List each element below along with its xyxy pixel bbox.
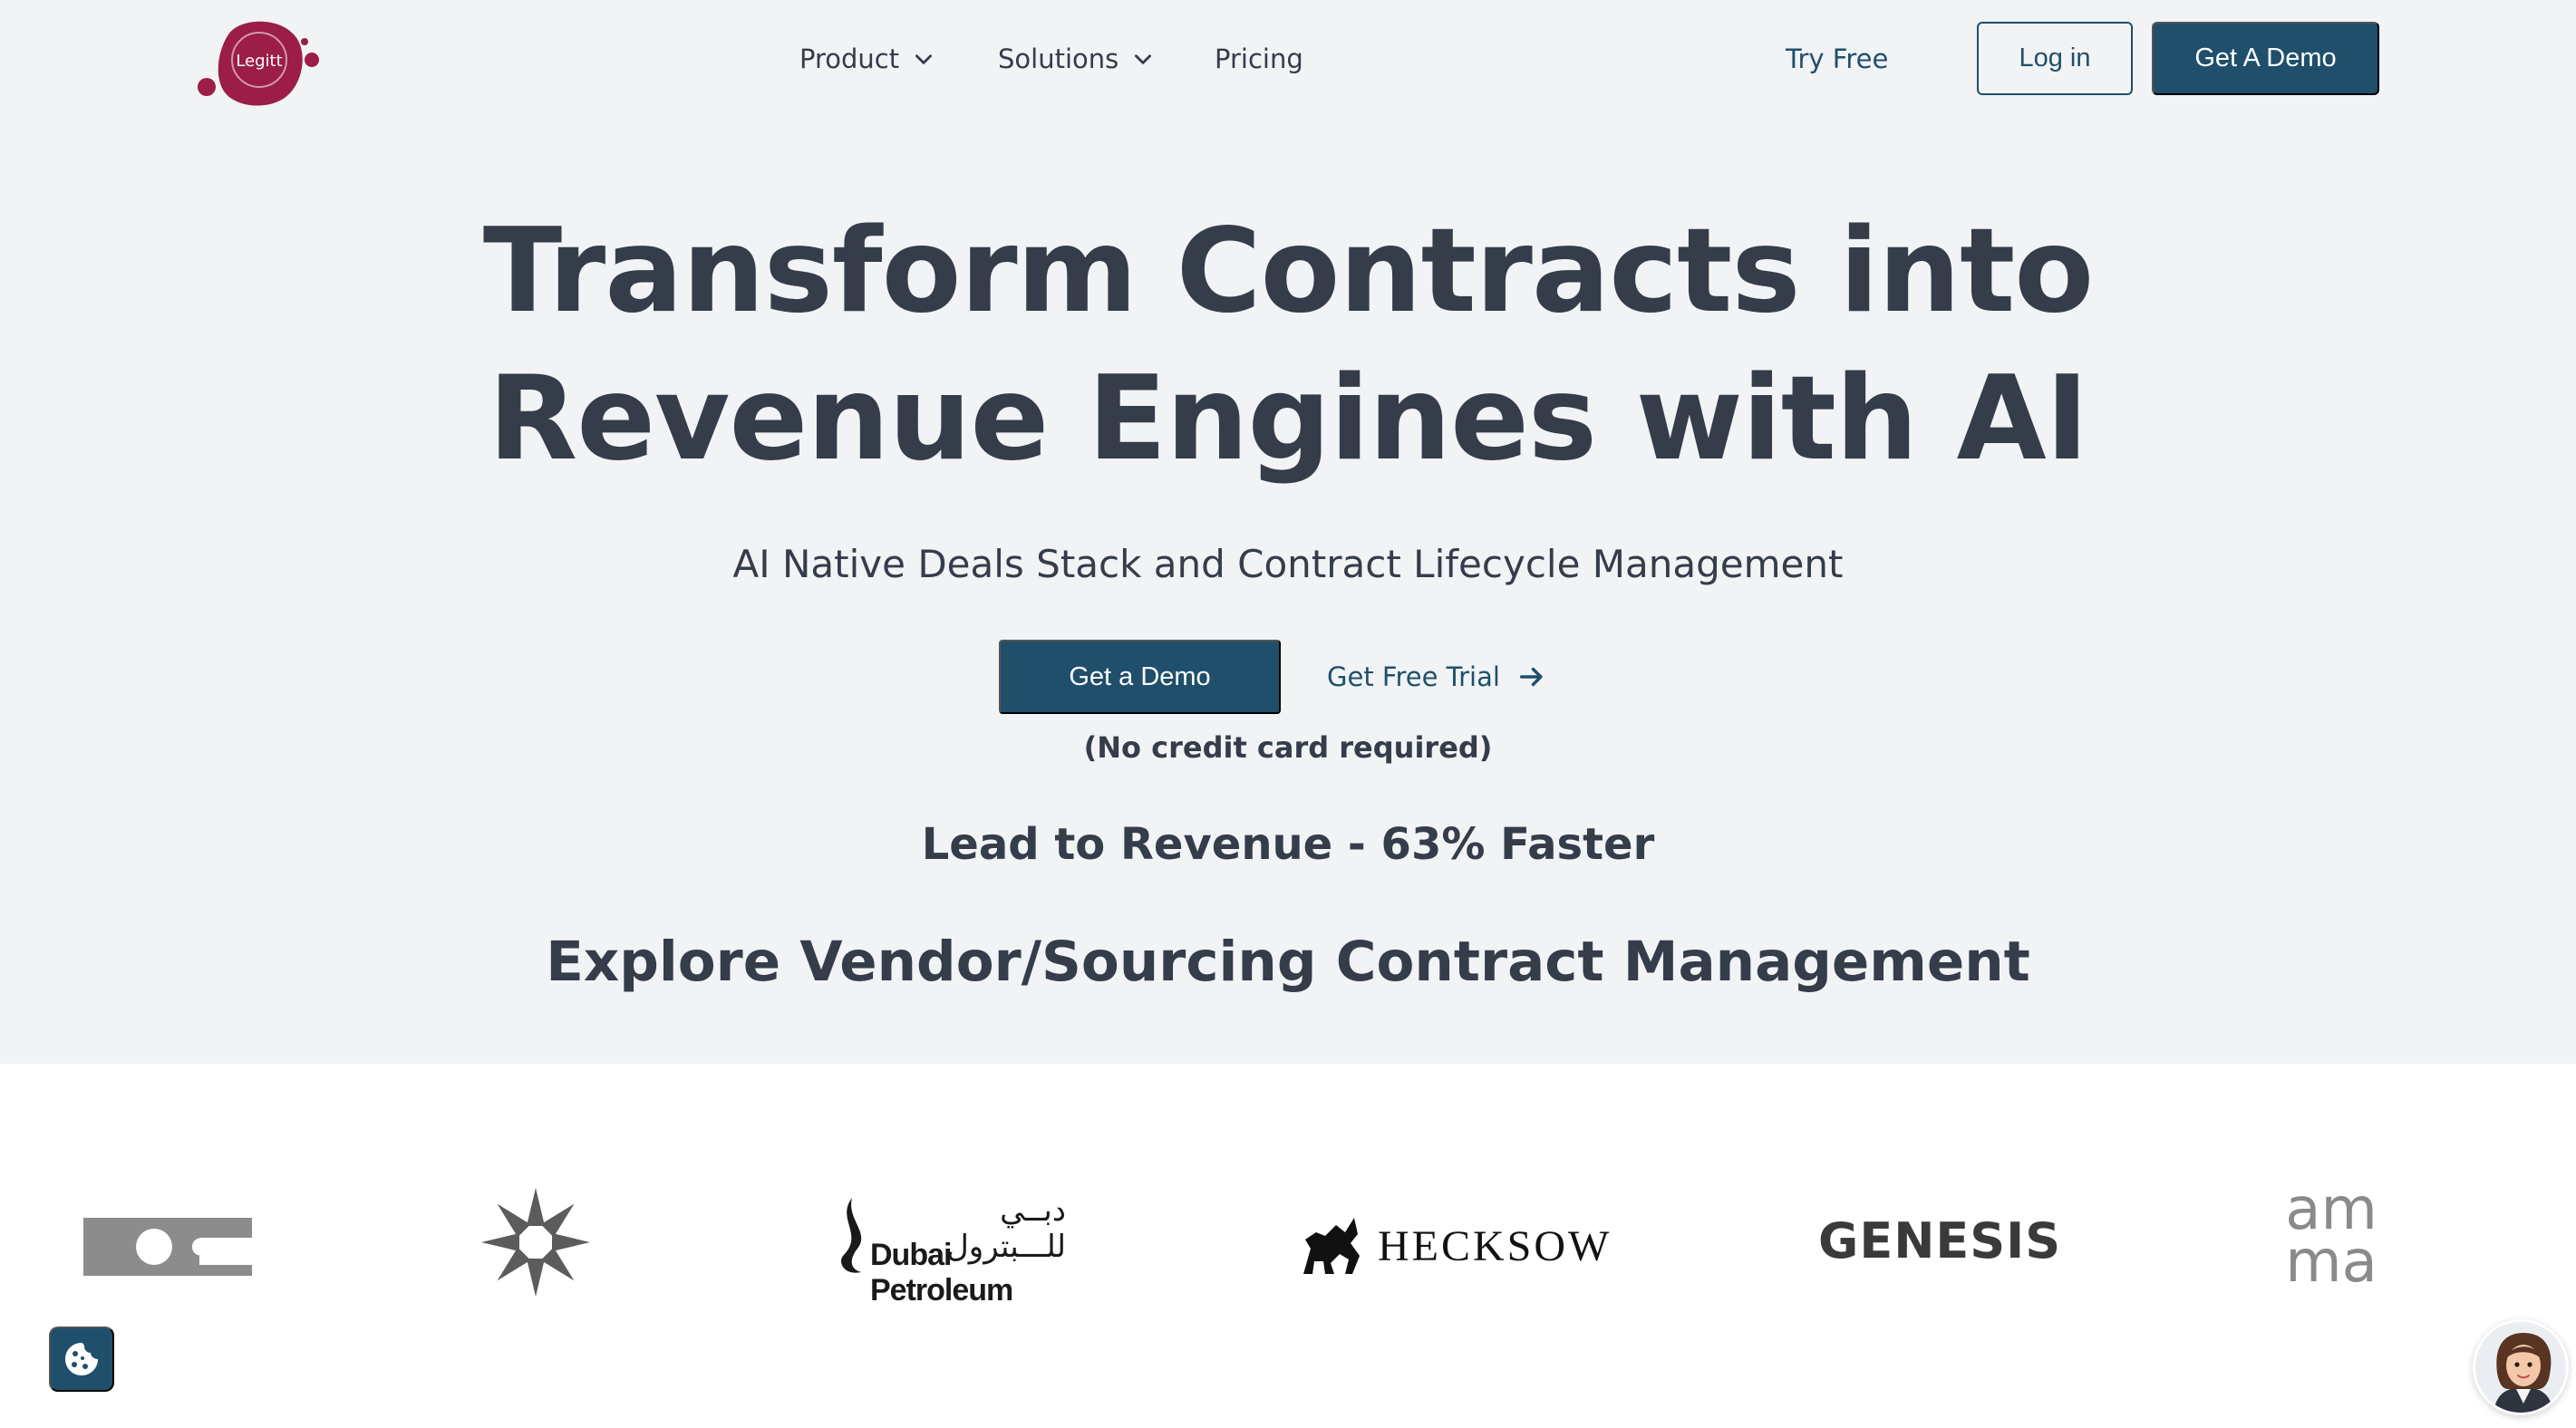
hero-subtitle: AI Native Deals Stack and Contract Lifec… bbox=[732, 542, 1844, 586]
hero-title-line1: Transform Contracts into bbox=[482, 204, 2094, 339]
genesis-text: GENESIS bbox=[1818, 1212, 2062, 1269]
ioc-logo-icon bbox=[83, 1214, 252, 1283]
get-demo-header-button[interactable]: Get A Demo bbox=[2152, 22, 2379, 95]
nav-pricing[interactable]: Pricing bbox=[1215, 38, 1303, 80]
amma-text-bottom: ma bbox=[2285, 1229, 2377, 1296]
hecksow-text: HECKSOW bbox=[1378, 1222, 1612, 1270]
get-free-trial-link[interactable]: Get Free Trial bbox=[1327, 640, 1547, 714]
legitt-logo[interactable]: Legitt bbox=[194, 16, 321, 111]
free-trial-label: Get Free Trial bbox=[1327, 661, 1500, 692]
nav-pricing-label: Pricing bbox=[1215, 43, 1303, 74]
login-button[interactable]: Log in bbox=[1977, 22, 2133, 95]
chevron-down-icon bbox=[1135, 54, 1152, 64]
wax-seal-icon: Legitt bbox=[198, 21, 319, 106]
assistant-avatar-icon bbox=[2475, 1322, 2566, 1413]
dubai-petroleum-logo: دبــي للـــبترول Dubai Petroleum bbox=[828, 1192, 1066, 1307]
nav-solutions[interactable]: Solutions bbox=[998, 38, 1155, 80]
amma-logo: am ma bbox=[2270, 1181, 2393, 1301]
nav-solutions-label: Solutions bbox=[998, 43, 1119, 74]
hero-title: Transform Contracts into Revenue Engines… bbox=[472, 198, 2104, 493]
nav-product[interactable]: Product bbox=[799, 38, 935, 80]
nav-product-label: Product bbox=[799, 43, 900, 74]
dubai-petroleum-text: Dubai Petroleum bbox=[870, 1238, 1013, 1307]
chevron-down-icon bbox=[915, 54, 933, 64]
genesis-logo: GENESIS bbox=[1818, 1212, 2062, 1276]
cookie-icon bbox=[65, 1343, 98, 1375]
chat-assistant-button[interactable] bbox=[2473, 1319, 2569, 1415]
tagline: Lead to Revenue - 63% Faster bbox=[921, 819, 1655, 870]
hero-title-line2: Revenue Engines with AI bbox=[488, 352, 2089, 487]
cookie-settings-button[interactable] bbox=[49, 1327, 114, 1392]
get-demo-hero-button[interactable]: Get a Demo bbox=[999, 640, 1281, 714]
star-emblem-logo-icon bbox=[477, 1183, 595, 1305]
svg-text:Legitt: Legitt bbox=[236, 52, 282, 71]
no-credit-card-note: (No credit card required) bbox=[1083, 730, 1493, 765]
hecksow-logo: HECKSOW bbox=[1298, 1211, 1609, 1279]
hero-section bbox=[0, 0, 2576, 1064]
arrow-right-icon bbox=[1519, 667, 1543, 687]
try-free-link[interactable]: Try Free bbox=[1786, 38, 1888, 80]
explore-heading: Explore Vendor/Sourcing Contract Managem… bbox=[546, 930, 2030, 994]
